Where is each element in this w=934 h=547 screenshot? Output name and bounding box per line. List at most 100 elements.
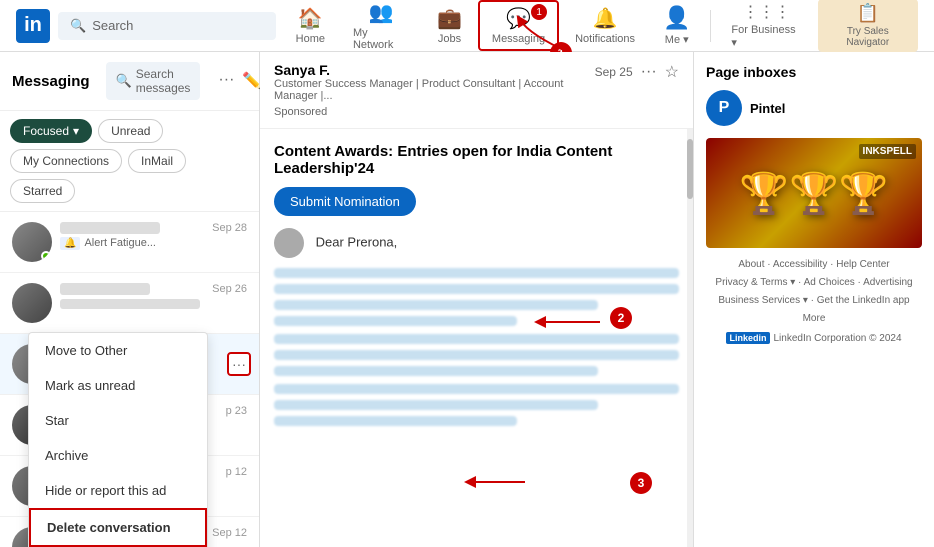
tab-unread[interactable]: Unread	[98, 119, 163, 143]
greeting-avatar	[274, 228, 304, 258]
forbusiness-icon: ⋮⋮⋮	[743, 2, 791, 22]
conv-scroll-bar[interactable]	[687, 129, 693, 547]
unread-label: Unread	[111, 124, 150, 138]
messaging-title: Messaging	[12, 73, 90, 90]
search-placeholder: Search	[92, 18, 133, 33]
myconnections-label: My Connections	[23, 154, 109, 168]
ad-container: 🏆🏆🏆 INKSPELL	[706, 138, 922, 248]
nav-home[interactable]: 🏠 Home	[284, 2, 337, 49]
search-messages-placeholder: Search messages	[136, 67, 191, 95]
me-icon: 👤	[663, 5, 690, 31]
notifications-icon: 🔔	[593, 6, 618, 31]
blur-line-10	[274, 416, 517, 426]
blur-line-6	[274, 350, 679, 360]
footer-linkedin-logo: Linkedin	[726, 332, 769, 344]
star-icon[interactable]: ☆	[665, 62, 679, 82]
tab-starred[interactable]: Starred	[10, 179, 75, 203]
tab-myconnections[interactable]: My Connections	[10, 149, 122, 173]
footer-business[interactable]: Business Services ▾	[718, 295, 808, 306]
blur-line-2	[274, 284, 679, 294]
msg-preview	[60, 299, 200, 309]
avatar	[12, 283, 52, 323]
nav-messaging-label: Messaging	[492, 33, 545, 45]
nav-salesnav-label: Try Sales Navigator	[826, 26, 910, 48]
page-inboxes-title: Page inboxes	[706, 64, 922, 80]
sender-title: Customer Success Manager | Product Consu…	[274, 78, 595, 102]
nav-notifications[interactable]: 🔔 Notifications	[563, 2, 647, 49]
msg-date: p 12	[226, 466, 247, 478]
context-star[interactable]: Star	[29, 403, 207, 438]
home-icon: 🏠	[298, 6, 323, 31]
nav-notifications-label: Notifications	[575, 33, 635, 45]
footer-adchoices[interactable]: Ad Choices	[804, 277, 855, 288]
network-icon: 👥	[369, 0, 394, 25]
footer-privacy[interactable]: Privacy & Terms ▾	[715, 277, 795, 288]
more-options-view-icon[interactable]: ···	[641, 63, 657, 81]
context-hide-report[interactable]: Hide or report this ad	[29, 473, 207, 508]
sender-name: Sanya F.	[274, 62, 595, 78]
blur-line-3	[274, 300, 598, 310]
nav-forbusiness-label: For Business ▾	[731, 24, 801, 49]
messaging-search-box[interactable]: 🔍 Search messages	[106, 62, 201, 100]
footer-help[interactable]: Help Center	[836, 259, 889, 270]
inmail-label: InMail	[141, 154, 173, 168]
msg-date: Sep 12	[212, 527, 247, 539]
msg-date-header: Sep 25	[595, 65, 633, 79]
footer-about[interactable]: About	[738, 259, 764, 270]
blur-line-4	[274, 316, 517, 326]
nav-me-label: Me ▾	[665, 33, 689, 46]
blur-line-9	[274, 400, 598, 410]
three-dots-button[interactable]: ···	[227, 352, 251, 376]
avatar	[12, 222, 52, 262]
more-options-icon[interactable]: ···	[216, 69, 236, 93]
context-mark-unread[interactable]: Mark as unread	[29, 368, 207, 403]
messaging-icon: 💬	[506, 6, 531, 31]
greeting-text: Dear Prerona,	[316, 234, 398, 249]
trophies-icon: 🏆🏆🏆	[739, 170, 888, 217]
conv-scroll-thumb[interactable]	[687, 139, 693, 199]
footer-accessibility[interactable]: Accessibility	[773, 259, 827, 270]
msg-date: p 23	[226, 405, 247, 417]
nav-network[interactable]: 👥 My Network	[341, 0, 421, 55]
submit-nomination-button[interactable]: Submit Nomination	[274, 187, 416, 216]
focused-label: Focused	[23, 124, 69, 138]
footer-copyright: LinkedIn Corporation © 2024	[774, 333, 902, 344]
footer-links: About · Accessibility · Help Center Priv…	[706, 256, 922, 328]
list-item[interactable]: Sep 26	[0, 273, 259, 334]
tab-inmail[interactable]: InMail	[128, 149, 186, 173]
msg-name	[60, 283, 150, 295]
nav-jobs[interactable]: 💼 Jobs	[425, 2, 474, 49]
messaging-panel: Messaging 🔍 Search messages ··· ✏️ Focus…	[0, 52, 260, 547]
search-bar[interactable]: 🔍 Search	[58, 12, 276, 40]
context-delete[interactable]: Delete conversation	[29, 508, 207, 547]
linkedin-logo[interactable]: LinkedInin	[16, 9, 50, 43]
nav-me[interactable]: 👤 Me ▾	[651, 1, 702, 50]
sponsored-label: Sponsored	[274, 106, 595, 118]
tab-focused[interactable]: Focused ▾	[10, 119, 92, 143]
list-item[interactable]: Sep 28 🔔 Alert Fatigue...	[0, 212, 259, 273]
filter-tabs: Focused ▾ Unread My Connections InMail S…	[0, 111, 259, 212]
message-view: Sanya F. Customer Success Manager | Prod…	[260, 52, 694, 547]
nav-divider	[710, 10, 711, 42]
nav-forbusiness[interactable]: ⋮⋮⋮ For Business ▾	[719, 0, 813, 53]
ad-image: 🏆🏆🏆 INKSPELL	[706, 138, 922, 248]
nav-salesnav[interactable]: 📋 Try Sales Navigator	[818, 0, 918, 52]
nav-messaging[interactable]: 💬 Messaging 1	[478, 0, 559, 51]
page-inbox-name: Pintel	[750, 101, 785, 116]
context-archive[interactable]: Archive	[29, 438, 207, 473]
conversation-body: Content Awards: Entries open for India C…	[260, 129, 693, 547]
footer-more[interactable]: More	[803, 313, 826, 324]
blur-line-7	[274, 366, 598, 376]
messaging-badge: 1	[531, 4, 547, 20]
focused-chevron-icon: ▾	[73, 124, 79, 138]
search-icon: 🔍	[70, 18, 86, 34]
footer-advertising[interactable]: Advertising	[863, 277, 912, 288]
page-inbox-item[interactable]: P Pintel	[706, 90, 922, 126]
ad-brand-label: INKSPELL	[859, 144, 916, 159]
page-inbox-avatar: P	[706, 90, 742, 126]
footer-get-app[interactable]: Get the LinkedIn app	[817, 295, 910, 306]
msg-date: Sep 26	[212, 283, 247, 295]
jobs-icon: 💼	[437, 6, 462, 31]
context-move-other[interactable]: Move to Other	[29, 333, 207, 368]
top-nav: LinkedInin 🔍 Search 🏠 Home 👥 My Network …	[0, 0, 934, 52]
